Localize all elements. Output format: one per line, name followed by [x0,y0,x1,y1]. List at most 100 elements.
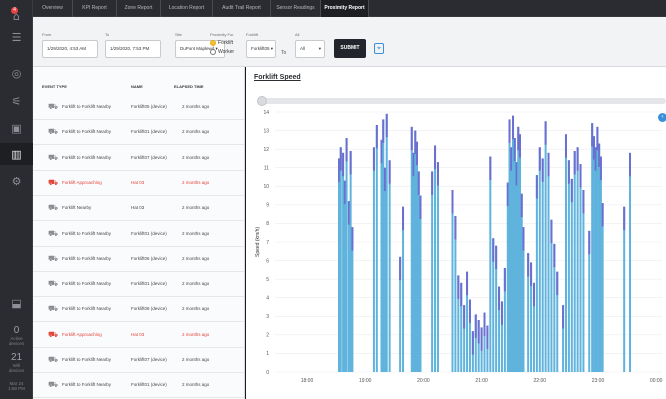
from-date-input[interactable]: 1/29/2020, 4:53 AM [42,40,98,58]
speed-bar-peak [591,123,594,147]
radio-forklift[interactable]: Forklift [210,40,233,46]
speed-bar [510,147,513,372]
time-label: 1:58 PM [8,386,25,391]
speed-bar [515,162,518,372]
event-elapsed-time: 2 months ago [182,382,210,388]
table-row[interactable]: ⛟ Forklift to Forklift Nearby Forklift05 (… [33,95,244,120]
radio-forklift-indicator [210,40,216,46]
speed-bar-peak [522,227,525,251]
table-row[interactable]: ⛟ Forklift to Forklift Nearby Forklift07 (… [33,348,244,373]
x-tick-label: 18:00 [301,378,314,384]
forklift-icon: ⛟ [48,304,59,314]
speed-bar [342,152,345,372]
speed-bar [508,119,511,372]
tab-overview[interactable]: Overview [33,0,73,17]
event-name: Forklift08 (device) [131,306,167,312]
table-row[interactable]: ⛟ Forklift to Forklift Nearby Forklift06 (… [33,247,244,272]
event-name: Hat 03 [131,205,145,211]
speed-bar-peak [486,325,489,349]
y-tick-label: 7 [266,240,269,246]
table-row[interactable]: ⛟ Forklift to Forklift Nearby Forklift01 (… [33,373,244,399]
speed-bar [512,115,515,372]
table-row[interactable]: ⛟ Forklift Approaching Hat 03 2 months ago [33,171,244,196]
speed-bar-peak [500,301,503,325]
table-row[interactable]: ⛟ Forklift Nearby Hat 03 2 months ago [33,196,244,222]
speed-bar-peak [431,171,434,195]
sliders-icon[interactable]: ⚟ [0,90,33,112]
list-icon[interactable]: ☰ [0,26,33,48]
event-type: Forklift to Forklift Nearby [62,255,112,261]
submit-button[interactable]: SUBMIT [334,39,366,58]
speed-bar-peak [498,286,501,310]
speed-bar-peak [417,171,420,195]
table-row[interactable]: ⛟ Forklift to Forklift Nearby Forklift01 (… [33,222,244,247]
table-row[interactable]: ⛟ Forklift Approaching Hat 03 2 months ago [33,323,244,348]
speed-bar-peak [588,230,591,255]
chart-panel: Forklift Speed ‹ 0 1 2 3 4 5 6 7 8 9 10 11 12 13 14 18:… [246,67,666,399]
image-icon[interactable]: ▣ [0,117,33,139]
table-row[interactable]: ⛟ Forklift to Forklift Nearby Forklift01 (… [33,272,244,298]
speed-bar-peak [564,134,567,158]
forklift-icon: ⛟ [48,228,59,238]
site-label: Site [175,32,182,37]
locate-icon[interactable]: ⌖ [374,43,384,54]
speed-bar-peak [412,152,415,177]
tab-proximity-report[interactable]: Proximity Report [321,0,369,17]
tab-kpi-report[interactable]: KPI Report [73,0,117,17]
forklift-label: Forklift [246,32,258,37]
speed-bar-peak [414,130,417,154]
speed-bar-peak [582,190,585,214]
to-label: To [105,32,110,37]
tab-sensor-readings[interactable]: Sensor Readings [271,0,321,17]
speed-bar-peak [474,314,477,338]
speed-bar [338,158,341,372]
speed-bar [345,138,348,372]
speed-bar-peak [601,203,604,227]
speed-bar [434,145,437,372]
speed-bar [601,203,604,372]
tab-zone-report[interactable]: Zone Report [117,0,161,17]
y-tick-label: 5 [266,277,269,283]
y-tick-label: 11 [264,166,269,172]
speed-bar [582,190,585,372]
download-icon[interactable]: ⬓ [0,292,33,314]
event-type: Forklift Approaching [62,179,102,185]
forklift-icon: ⛟ [48,279,59,289]
event-type: Forklift to Forklift Nearby [62,154,112,160]
forklift-icon: ⛟ [48,253,59,263]
speed-bar-peak [508,119,511,143]
all-select[interactable]: All ▾ [295,40,325,58]
speed-bar-peak [347,201,350,225]
gear-icon[interactable]: ⚙ [0,170,33,192]
sidebar: ⌂ ☰ 4 ◎ ⚟ ▣ ▥ ⚙ ⬓ 0 Active devices 21 Wi… [0,0,33,399]
speed-bar [451,190,454,372]
radio-worker[interactable]: Worker [210,49,234,55]
x-tick-label: 22:00 [534,378,547,384]
speed-bar-peak [383,167,386,192]
table-row[interactable]: ⛟ Forklift to Forklift Nearby Forklift07 (… [33,146,244,171]
speed-bar-peak [594,147,597,171]
speed-bar-peak [471,331,474,355]
chevron-down-icon: ▾ [318,46,321,51]
event-type: Forklift to Forklift Nearby [62,357,112,362]
chart-icon[interactable]: ▥ [0,143,33,165]
speed-bar-peak [562,305,565,329]
forklift-select[interactable]: Forklift05 ▾ [246,40,276,58]
event-list: EVENT TYPE NAME ELAPSED TIME ⛟ Forklift t… [33,67,245,399]
table-row[interactable]: ⛟ Forklift to Forklift Nearby Forklift01 (… [33,120,244,146]
event-type: Forklift to Forklift Nearby [62,306,112,312]
speed-bar-peak [596,126,599,151]
speed-bar-peak [535,175,538,199]
globe-icon[interactable]: ◎ [0,62,33,84]
speed-bar-peak [466,271,469,296]
speed-bar [599,156,602,372]
table-row[interactable]: ⛟ Forklift to Forklift Nearby Forklift08 (… [33,297,244,323]
speed-bar-peak [556,271,559,296]
tab-location-report[interactable]: Location Report [161,0,213,17]
tab-audit-trail-report[interactable]: Audit Trail Report [213,0,271,17]
speed-bar-peak [576,147,579,171]
speed-bar [347,201,350,372]
to-date-input[interactable]: 1/29/2020, 7:53 PM [105,40,161,58]
y-tick-label: 4 [266,296,269,302]
speed-bar-peak [342,152,345,177]
